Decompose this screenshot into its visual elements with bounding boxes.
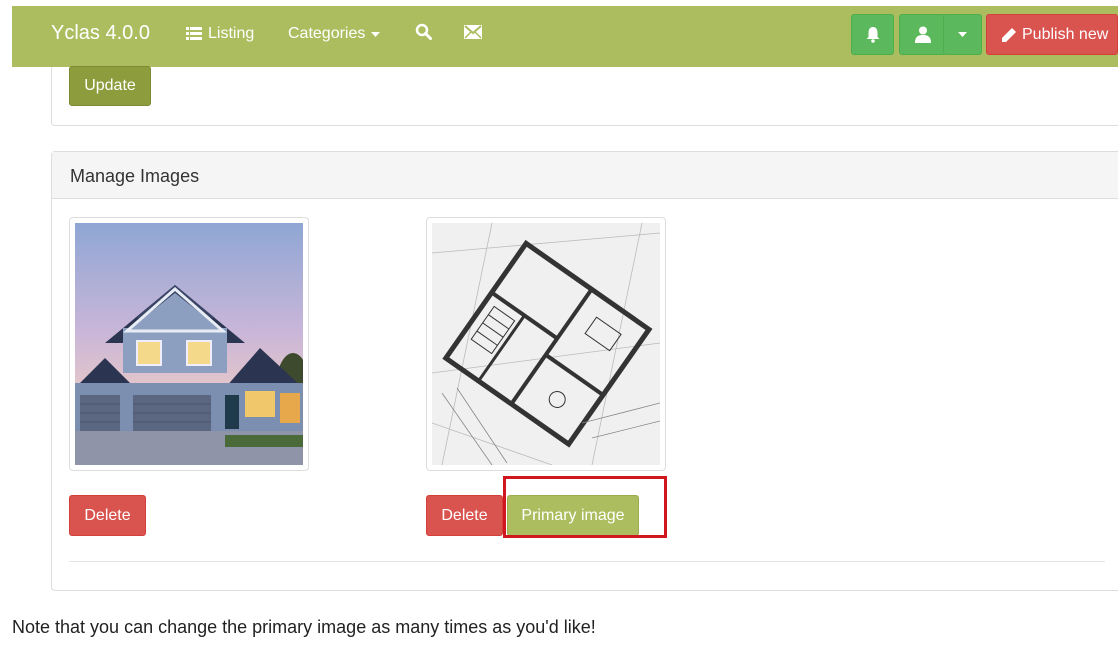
pencil-icon: [1002, 27, 1016, 42]
bell-icon: [866, 27, 879, 43]
update-button[interactable]: Update: [69, 66, 151, 106]
panel-divider: [69, 561, 1105, 562]
nav-categories-label: Categories: [288, 25, 366, 42]
envelope-icon[interactable]: [464, 25, 482, 44]
update-button-label: Update: [84, 77, 136, 94]
caret-down-icon: [958, 32, 967, 37]
list-icon: [186, 27, 202, 40]
nav-listing[interactable]: Listing: [186, 25, 254, 43]
delete-image-2-button[interactable]: Delete: [426, 495, 503, 536]
search-icon[interactable]: [415, 23, 432, 45]
image-thumbnail-2: [426, 217, 666, 471]
nav-listing-label: Listing: [208, 25, 255, 42]
image-thumbnail-1: [69, 217, 309, 471]
delete-label: Delete: [441, 506, 488, 524]
note-text: Note that you can change the primary ima…: [12, 617, 596, 637]
delete-label: Delete: [84, 506, 131, 524]
user-menu-button[interactable]: [899, 14, 946, 55]
publish-new-label: Publish new: [1022, 25, 1109, 43]
nav-categories-dropdown[interactable]: Categories: [288, 25, 381, 43]
edit-panel: Update: [51, 66, 1118, 126]
panel-heading: Manage Images: [52, 152, 1118, 199]
house-image: [75, 223, 303, 465]
caret-down-icon: [371, 31, 381, 37]
notifications-button[interactable]: [851, 14, 894, 55]
highlight-box: [503, 476, 667, 538]
brand-link[interactable]: Yclas 4.0.0: [51, 22, 150, 45]
top-navbar: Yclas 4.0.0 Listing Categories Publish n…: [12, 6, 1118, 67]
panel-title: Manage Images: [70, 166, 200, 186]
floor-plan-image: [432, 223, 660, 465]
user-icon: [914, 26, 931, 43]
user-dropdown-toggle[interactable]: [943, 14, 982, 55]
publish-new-button[interactable]: Publish new: [986, 14, 1118, 55]
delete-image-1-button[interactable]: Delete: [69, 495, 146, 536]
